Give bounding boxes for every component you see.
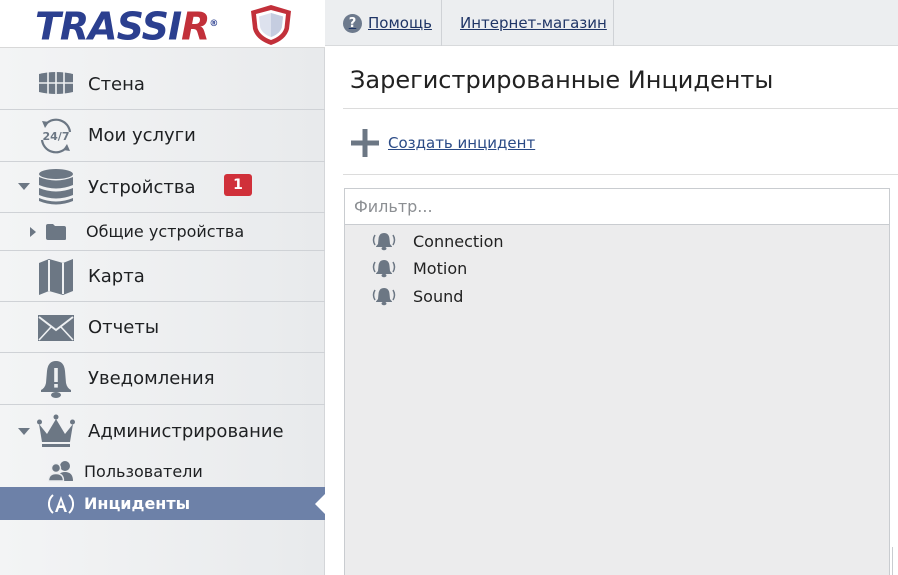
shop-link-label: Интернет-магазин [460,14,607,32]
sidebar-item-administration[interactable]: Администрирование [0,405,325,457]
app-window: TRASSIR® Стена 24/7 Мои услуги Устройств… [0,0,898,575]
crown-icon [37,414,75,448]
resize-grip[interactable] [892,547,898,575]
help-link-label: Помощь [368,14,432,32]
create-incident-button[interactable]: Создать инцидент [350,128,535,158]
chevron-down-icon[interactable] [18,428,30,435]
sidebar-item-map[interactable]: Карта [0,251,325,302]
shop-link[interactable]: Интернет-магазин [442,0,614,46]
alert-icon [39,359,73,399]
sidebar-item-label: Отчеты [88,316,160,338]
incident-label: Connection [413,231,504,251]
incident-icon [48,492,74,516]
divider [343,174,898,175]
list-item-sound[interactable]: Sound [371,284,463,308]
svg-text:24/7: 24/7 [43,130,70,143]
sidebar-item-label: Карта [88,265,145,287]
folder-icon [45,223,67,241]
bell-icon [372,260,396,278]
divider [343,108,898,109]
sidebar-item-label: Устройства [88,176,196,198]
sidebar-item-label: Инциденты [84,494,191,513]
sidebar-item-label: Уведомления [88,368,215,389]
database-icon [38,168,74,208]
logo-text-r: R [181,4,210,49]
sidebar-item-wall[interactable]: Стена [0,59,325,110]
incident-label: Motion [413,258,468,278]
chevron-right-icon[interactable] [30,227,36,237]
active-indicator [315,493,326,515]
envelope-icon [37,314,75,342]
bell-icon [372,233,396,251]
logo: TRASSIR® [0,0,325,48]
sidebar-item-devices[interactable]: Устройства 1 [0,162,325,213]
sidebar-item-label: Стена [88,73,145,95]
sidebar-item-label: Общие устройства [86,222,245,241]
page-title: Зарегистрированные Инциденты [350,66,774,94]
list-item-motion[interactable]: Motion [371,256,467,280]
logo-text-main: TRASSI [35,4,182,49]
help-link[interactable]: ? Помощь [325,0,442,46]
chevron-down-icon[interactable] [18,183,30,190]
sidebar-item-label: Мои услуги [88,125,196,146]
devices-count-badge: 1 [224,174,252,196]
sidebar: TRASSIR® Стена 24/7 Мои услуги Устройств… [0,0,326,575]
sidebar-item-shared-devices[interactable]: Общие устройства [0,213,325,251]
sidebar-item-label: Администрирование [88,420,284,442]
logo-registered-mark: ® [209,19,218,29]
top-bar: ? Помощь Интернет-магазин [325,0,898,46]
create-incident-label: Создать инцидент [388,134,536,152]
24-7-icon: 24/7 [38,118,74,154]
video-wall-icon [37,70,75,96]
incidents-panel: Connection Motion Sound [344,188,890,575]
filter-input[interactable] [345,189,889,225]
help-icon: ? [343,13,362,33]
sidebar-item-incidents[interactable]: Инциденты [0,487,326,520]
shield-logo-icon [251,5,291,45]
sidebar-item-my-services[interactable]: 24/7 Мои услуги [0,110,325,162]
sidebar-item-users[interactable]: Пользователи [0,455,325,487]
sidebar-item-reports[interactable]: Отчеты [0,302,325,353]
sidebar-item-label: Пользователи [84,461,203,481]
list-item-connection[interactable]: Connection [371,229,504,253]
users-icon [48,460,74,482]
map-icon [38,258,74,296]
sidebar-item-notifications[interactable]: Уведомления [0,353,325,405]
bell-icon [372,288,396,306]
incident-label: Sound [413,286,464,306]
logo-wordmark: TRASSIR® [35,4,218,49]
plus-icon [351,129,379,157]
